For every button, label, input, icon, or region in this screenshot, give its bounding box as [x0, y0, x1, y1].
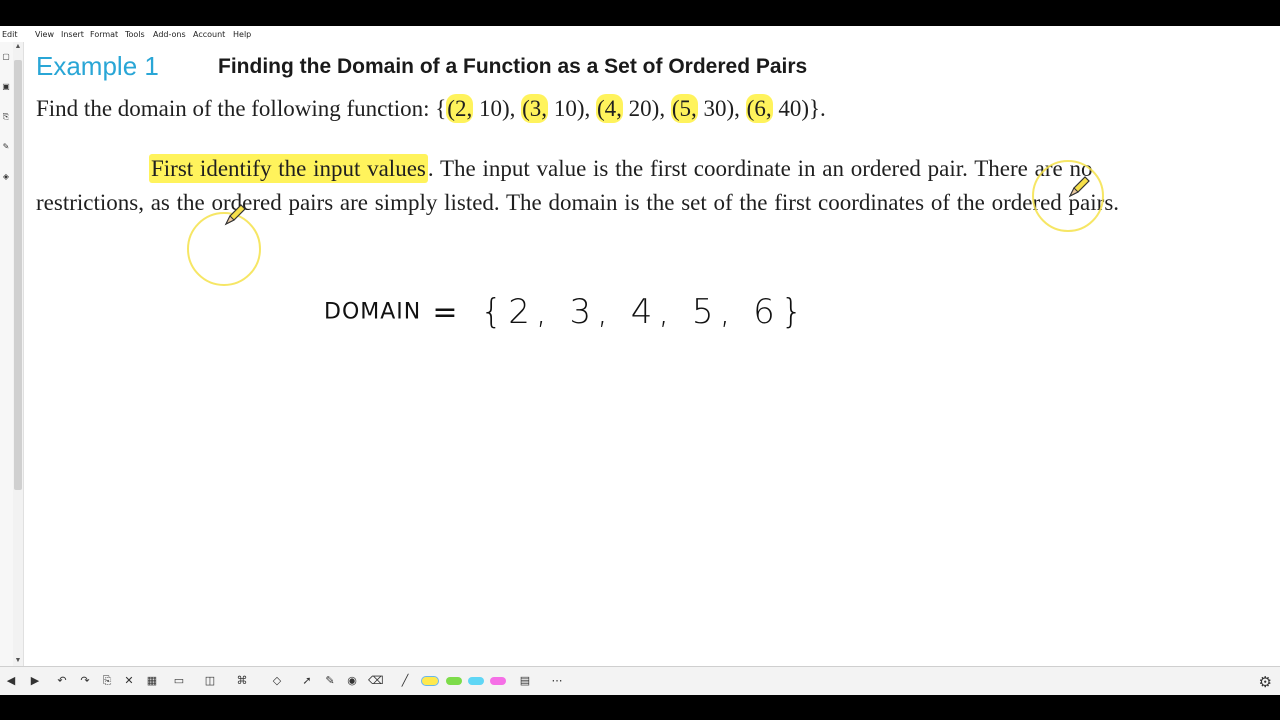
menu-format[interactable]: Format: [90, 30, 118, 39]
gallery-icon[interactable]: ▣: [1, 82, 11, 92]
redo-icon[interactable]: ↷: [78, 674, 92, 688]
undo-icon[interactable]: ↶: [55, 674, 69, 688]
addons-icon[interactable]: ◈: [1, 172, 11, 182]
scroll-up-icon[interactable]: ▲: [13, 42, 23, 52]
fill-icon[interactable]: ◉: [345, 674, 359, 688]
pair-first-highlight: (2,: [446, 94, 474, 123]
pens-icon[interactable]: ✎: [323, 674, 337, 688]
settings-gear-icon[interactable]: ⚙: [1259, 673, 1272, 691]
menu-help[interactable]: Help: [233, 30, 251, 39]
handwritten-equals: =: [432, 294, 458, 330]
notebook-page[interactable]: Example 1 Finding the Domain of a Functi…: [24, 42, 1280, 666]
pink-pen-swatch[interactable]: [490, 677, 506, 685]
menu-insert[interactable]: Insert: [61, 30, 84, 39]
menu-tools[interactable]: Tools: [125, 30, 145, 39]
scrollbar-thumb[interactable]: [14, 60, 22, 490]
next-page-icon[interactable]: ▶: [28, 674, 42, 688]
pair-separator: ,: [509, 96, 522, 121]
previous-page-icon[interactable]: ◀: [4, 674, 18, 688]
pair-first-highlight: (3,: [521, 94, 549, 123]
menu-bar: Edit View Insert Format Tools Add-ons Ac…: [0, 26, 1280, 42]
explanation-line-1-rest: . The input value is the first coordinat…: [427, 156, 1093, 181]
menu-edit[interactable]: Edit: [2, 30, 18, 39]
pair-first-highlight: (5,: [670, 94, 698, 123]
pair-rest: 10): [473, 96, 510, 121]
handwritten-domain-set: {2, 3, 4, 5, 6}: [480, 292, 809, 332]
cyan-pen-swatch[interactable]: [468, 677, 484, 685]
pair-rest: 30): [697, 96, 735, 121]
pair-rest: 20): [622, 96, 660, 121]
menu-account[interactable]: Account: [193, 30, 225, 39]
handwritten-domain-answer: DOMAIN = {2, 3, 4, 5, 6}: [324, 292, 808, 332]
eraser-icon[interactable]: ⌫: [368, 674, 384, 688]
pen-styles-icon[interactable]: ▤: [518, 674, 532, 688]
screen-shade-icon[interactable]: ▭: [172, 674, 186, 688]
problem-statement: Find the domain of the following functio…: [36, 94, 826, 123]
yellow-pen-swatch[interactable]: [421, 676, 439, 686]
more-tools-icon[interactable]: ⋯: [550, 674, 564, 688]
example-title: Finding the Domain of a Function as a Se…: [218, 55, 808, 78]
side-tab-bar: ▢ ▣ ⎘ ✎ ◈: [0, 42, 14, 666]
pencil-cursor-icon: [224, 204, 246, 226]
pair-rest: 10): [548, 96, 585, 121]
problem-prefix: Find the domain of the following functio…: [36, 96, 447, 121]
menu-add-ons[interactable]: Add-ons: [153, 30, 186, 39]
paste-icon[interactable]: ⎘: [100, 674, 114, 688]
pair-separator: ,: [734, 96, 746, 121]
green-pen-swatch[interactable]: [446, 677, 462, 685]
pair-separator: ,: [584, 96, 596, 121]
pair-first-highlight: (6,: [745, 94, 773, 123]
table-icon[interactable]: ▦: [145, 674, 159, 688]
pair-separator: ,: [659, 96, 671, 121]
page-sorter-icon[interactable]: ▢: [1, 52, 11, 62]
measure-icon[interactable]: ◇: [270, 674, 284, 688]
fullscreen-icon[interactable]: ◫: [203, 674, 217, 688]
bottom-toolbar: ◀ ▶ ↶ ↷ ⎘ ✕ ▦ ▭ ◫ ⌘ ◇ ➚ ✎ ◉ ⌫ ╱ ▤ ⋯ ⚙: [0, 666, 1280, 695]
pair-rest: 40): [772, 96, 810, 121]
pair-first-highlight: (4,: [595, 94, 623, 123]
explanation-line-1: First identify the input values. The inp…: [149, 154, 1093, 183]
example-label: Example 1: [36, 51, 159, 81]
select-arrow-icon[interactable]: ➚: [300, 674, 314, 688]
menu-view[interactable]: View: [35, 30, 54, 39]
attachments-icon[interactable]: ⎘: [1, 112, 11, 122]
handwritten-domain-word: DOMAIN: [324, 299, 422, 325]
smart-notebook-window: Edit View Insert Format Tools Add-ons Ac…: [0, 26, 1280, 695]
problem-suffix: }.: [809, 96, 826, 121]
properties-icon[interactable]: ✎: [1, 142, 11, 152]
scroll-down-icon[interactable]: ▼: [13, 656, 23, 666]
pencil-cursor-icon: [1068, 176, 1090, 198]
explanation-line-2: restrictions, as the ordered pairs are s…: [36, 190, 1120, 215]
input-values-highlight: First identify the input values: [149, 154, 428, 183]
highlighter-icon[interactable]: ╱: [398, 674, 412, 688]
vertical-scrollbar[interactable]: ▲ ▼: [13, 42, 24, 666]
delete-icon[interactable]: ✕: [122, 674, 136, 688]
capture-icon[interactable]: ⌘: [235, 674, 249, 688]
